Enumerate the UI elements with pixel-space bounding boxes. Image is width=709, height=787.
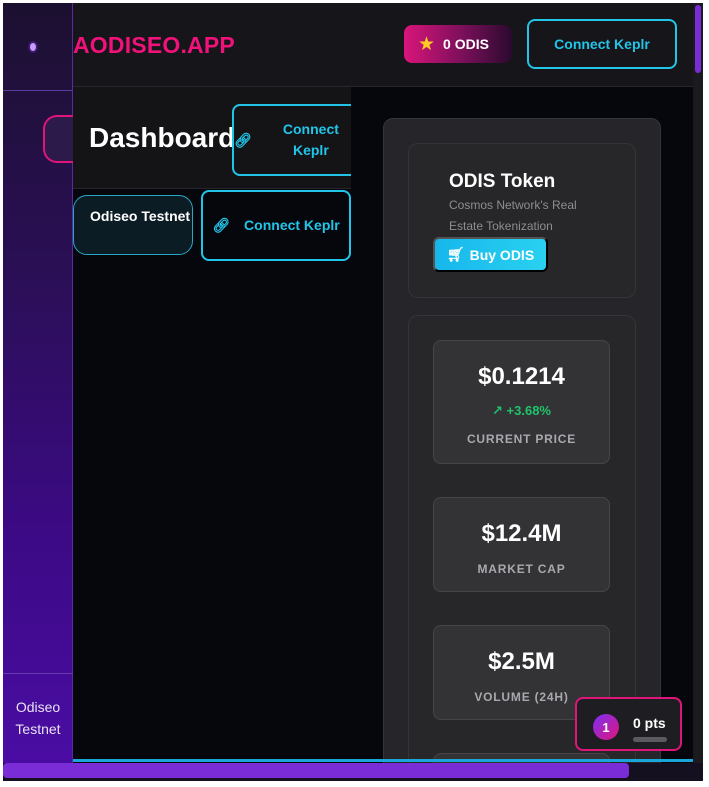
network-selector-label: Odiseo Testnet [90, 208, 191, 224]
network-selector[interactable]: Odiseo Testnet [73, 195, 193, 255]
secondary-connect-label: Connect Keplr [244, 217, 340, 233]
stat-label: CURRENT PRICE [466, 432, 577, 446]
sidebar-network-label: Odiseo Testnet [15, 699, 61, 737]
sidebar-footer: Odiseo Testnet [3, 673, 73, 763]
logo-icon[interactable] [30, 43, 36, 51]
page-title: Dashboard [89, 122, 236, 153]
secondary-connect-keplr-button[interactable]: 🔗︎ Connect Keplr [201, 190, 351, 261]
sidebar-logo-area [3, 3, 73, 91]
star-icon: ★ [418, 33, 436, 55]
panel-divider [73, 759, 693, 762]
link-icon: 🔗︎ [234, 131, 252, 148]
dashboard-connect-keplr-button[interactable]: 🔗︎ Connect Keplr [232, 104, 358, 176]
stat-value: $2.5M [488, 648, 555, 675]
token-description: Cosmos Network's Real Estate Tokenizatio… [449, 198, 577, 233]
stat-market-cap: $12.4M MARKET CAP [433, 497, 610, 592]
cart-icon: 🛒︎ [446, 246, 465, 262]
points-progress-bar [633, 737, 667, 742]
token-name: ODIS Token [449, 171, 556, 192]
horizontal-scroll-thumb[interactable] [3, 763, 629, 778]
trend-up-icon: ↗ [492, 403, 503, 418]
buy-odis-button[interactable]: 🛒︎ Buy ODIS [433, 237, 548, 272]
odis-balance-badge[interactable]: ★ 0 ODIS [404, 25, 512, 63]
price-change-value: +3.68% [506, 403, 551, 418]
stat-label: MARKET CAP [477, 562, 566, 576]
sidebar-item-active[interactable] [43, 115, 73, 163]
rank-badge: 1 [593, 714, 619, 740]
dashboard-connect-label: Connect Keplr [282, 121, 339, 158]
vertical-scroll-thumb[interactable] [695, 5, 701, 73]
app-window: Odiseo Testnet AODISEO.APP ★ 0 ODIS Conn… [3, 3, 703, 781]
stat-current-price: $0.1214 ↗ +3.68% CURRENT PRICE [433, 340, 610, 464]
points-widget[interactable]: 1 0 pts [575, 697, 682, 751]
vertical-scrollbar[interactable] [693, 3, 703, 763]
stat-value: $0.1214 [478, 363, 565, 390]
buy-odis-label: Buy ODIS [469, 246, 535, 263]
brand-title[interactable]: AODISEO.APP [73, 32, 235, 59]
sidebar: Odiseo Testnet [3, 3, 73, 763]
points-label: 0 pts [633, 715, 666, 731]
link-icon: 🔗︎ [212, 217, 231, 233]
price-change: ↗ +3.68% [434, 403, 609, 419]
stat-value: $12.4M [481, 520, 562, 547]
odis-balance-label: 0 ODIS [443, 36, 489, 52]
top-header: AODISEO.APP ★ 0 ODIS Connect Keplr [73, 3, 693, 87]
dashboard-header: Dashboard 🔗︎ Connect Keplr [73, 87, 358, 189]
header-connect-keplr-button[interactable]: Connect Keplr [527, 19, 677, 69]
